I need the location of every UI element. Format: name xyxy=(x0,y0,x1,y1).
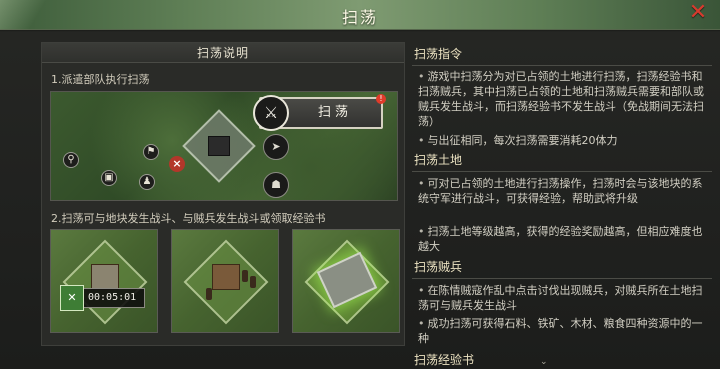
section-title: 扫荡贼兵 xyxy=(412,257,712,279)
soldier-icon: ☗ xyxy=(263,172,289,198)
paragraph: • 在陈情贼寇作乱中点击讨伐出现贼兵，对贼兵所在土地扫荡可与贼兵发生战斗 xyxy=(418,284,703,312)
section-title: 扫荡经验书 xyxy=(414,353,475,367)
building-icon xyxy=(208,136,230,156)
thumb-land-battle: ✕ 00:05:01 xyxy=(50,229,158,333)
fort-icon xyxy=(91,264,119,290)
section-title: 扫荡指令 xyxy=(412,44,712,66)
step-2-label: 2.扫荡可与地块发生战斗、与贼兵发生战斗或领取经验书 xyxy=(51,212,326,225)
paragraph: • 扫荡土地等级越高，获得的经验奖励越高，但相应难度也越大 xyxy=(418,225,703,253)
sweep-window: 扫荡 ✕ 扫荡说明 1.派遣部队执行扫荡 ⚲ ▣ ⚑ ♟ × ⚔ 扫荡 ! ➤ … xyxy=(0,0,720,369)
sweep-button: ⚔ 扫荡 ! xyxy=(253,94,386,131)
march-timer: ✕ 00:05:01 xyxy=(60,285,145,311)
thumb-bandit-battle xyxy=(171,229,279,333)
paragraph: • 可对已占领的土地进行扫荡操作，扫荡时会与该地块的系统守军进行战斗，可获得经验，… xyxy=(418,177,703,205)
guide-panel: 扫荡说明 1.派遣部队执行扫荡 ⚲ ▣ ⚑ ♟ × ⚔ 扫荡 ! ➤ ☗ 2.扫… xyxy=(41,42,405,346)
bandit-camp-icon xyxy=(212,264,240,290)
paragraph: • 游戏中扫荡分为对已占领的土地进行扫荡，扫荡经验书和扫荡贼兵，其中扫荡已占领的土… xyxy=(418,70,704,128)
camera-icon: ▣ xyxy=(101,170,117,186)
guide-header: 扫荡说明 xyxy=(42,43,404,63)
march-icon: ➤ xyxy=(263,134,289,160)
step-1-label: 1.派遣部队执行扫荡 xyxy=(51,73,150,86)
blade-icon: ⚔ xyxy=(253,95,289,131)
bandit-figure xyxy=(250,276,256,288)
alert-badge: ! xyxy=(376,94,386,104)
flag-icon: ⚑ xyxy=(143,144,159,160)
section-title: 扫荡土地 xyxy=(412,150,712,172)
close-icon[interactable]: ✕ xyxy=(686,2,710,26)
chevron-down-icon: ⌄ xyxy=(540,357,548,367)
location-pin-icon: ⚲ xyxy=(63,152,79,168)
cancel-icon: × xyxy=(169,156,185,172)
timer-text: 00:05:01 xyxy=(88,292,137,303)
info-panel[interactable]: 扫荡指令 • 游戏中扫荡分为对已占领的土地进行扫荡，扫荡经验书和扫荡贼兵，其中扫荡… xyxy=(412,42,718,369)
map-illustration: ⚲ ▣ ⚑ ♟ × ⚔ 扫荡 ! ➤ ☗ xyxy=(50,91,398,201)
crossed-swords-icon: ✕ xyxy=(60,285,84,311)
window-title: 扫荡 xyxy=(341,8,378,27)
paragraph: • 成功扫荡可获得石料、铁矿、木材、粮食四种资源中的一种 xyxy=(418,317,703,345)
title-bar: 扫荡 ✕ xyxy=(0,0,720,32)
thumb-exp-book xyxy=(292,229,400,333)
figure-icon: ♟ xyxy=(139,174,155,190)
bandit-figure xyxy=(242,270,248,282)
sweep-button-label: 扫荡 xyxy=(317,105,352,120)
paragraph: • 与出征相同，每次扫荡需要消耗20体力 xyxy=(418,134,618,147)
bandit-figure xyxy=(206,288,212,300)
